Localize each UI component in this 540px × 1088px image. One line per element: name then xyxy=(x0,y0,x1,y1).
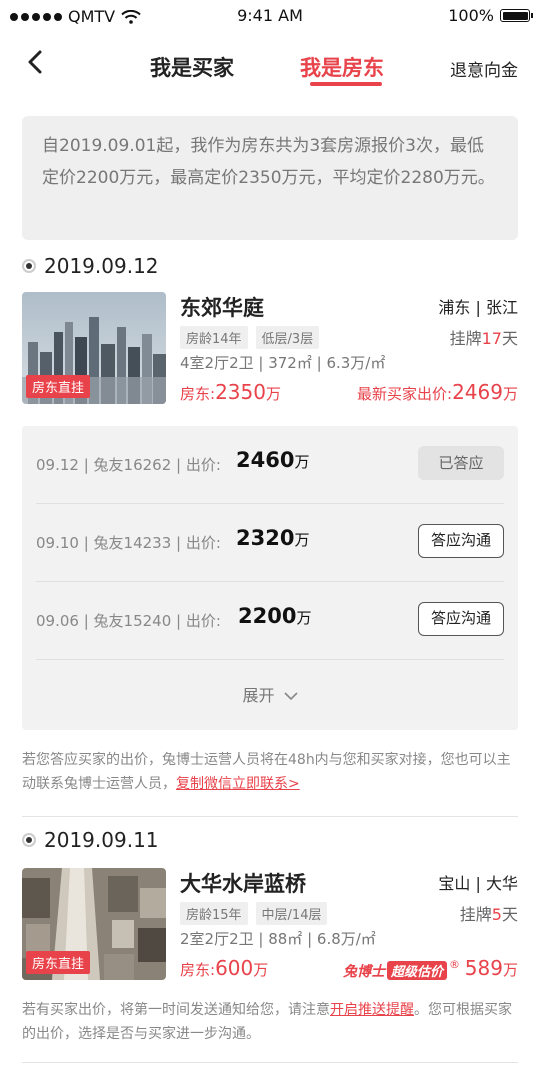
latest-buyer-offer: 最新买家出价:2469万 xyxy=(357,380,518,404)
listing-card[interactable]: 房东直挂 东郊华庭 浦东 | 张江 房龄14年 低层/3层 挂牌17天 4室2厅… xyxy=(22,292,518,406)
offer-meta: 09.12 | 兔友16262 | 出价: xyxy=(36,456,221,474)
accept-chat-button[interactable]: 答应沟通 xyxy=(418,524,504,558)
battery-status: 100% xyxy=(448,6,533,25)
listing-name: 大华水岸蓝桥 xyxy=(180,872,306,896)
offer-row: 09.12 | 兔友16262 | 出价: 2460万 已答应 xyxy=(36,426,504,504)
tag-age: 房龄14年 xyxy=(180,326,248,349)
offer-meta: 09.06 | 兔友15240 | 出价: xyxy=(36,612,221,630)
offer-row: 09.10 | 兔友14233 | 出价: 2320万 答应沟通 xyxy=(36,504,504,582)
contact-notice: 若您答应买家的出价，兔博士运营人员将在48h内与您和买家对接，您也可以主动联系兔… xyxy=(22,748,518,796)
badge-brand: 兔博士 xyxy=(343,963,385,980)
listing-photo: 房东直挂 xyxy=(22,868,166,980)
back-arrow-icon[interactable] xyxy=(22,48,50,76)
offer-meta: 09.10 | 兔友14233 | 出价: xyxy=(36,534,221,552)
offer-amount: 2460万 xyxy=(236,448,310,472)
date-label: 2019.09.12 xyxy=(44,254,159,278)
tab-buyer[interactable]: 我是买家 xyxy=(150,52,234,82)
tag-floor: 中层/14层 xyxy=(255,902,328,925)
listing-card[interactable]: 房东直挂 大华水岸蓝桥 宝山 | 大华 房龄15年 中层/14层 挂牌5天 2室… xyxy=(22,868,518,982)
landlord-price: 房东:2350万 xyxy=(180,380,281,404)
direct-listing-badge: 房东直挂 xyxy=(26,375,91,398)
registered-mark: ® xyxy=(449,958,461,971)
badge-name: 超级估价 xyxy=(387,961,448,980)
listed-days: 挂牌17天 xyxy=(449,329,518,348)
listing-tags: 房龄15年 中层/14层 xyxy=(180,902,328,925)
tab-landlord[interactable]: 我是房东 xyxy=(300,52,384,82)
date-label: 2019.09.11 xyxy=(44,828,159,852)
listed-days-count: 17 xyxy=(481,329,502,348)
expand-button[interactable]: 展开 xyxy=(22,682,518,706)
top-nav: 我是买家 我是房东 退意向金 xyxy=(0,34,540,96)
page-sheet: 自2019.09.01起，我作为房东共为3套房源报价3次，最低定价2200万元，… xyxy=(0,96,540,1088)
direct-listing-badge: 房东直挂 xyxy=(26,951,91,974)
listing-spec: 4室2厅2卫 | 372㎡ | 6.3万/㎡ xyxy=(180,354,386,372)
answered-button: 已答应 xyxy=(418,446,504,480)
listing-district: 宝山 | 大华 xyxy=(438,874,518,893)
offer-amount: 2320万 xyxy=(236,526,310,550)
date-header: 2019.09.11 xyxy=(22,828,159,852)
timeline-dot-icon xyxy=(22,833,36,847)
valuation-value: 589 xyxy=(464,956,503,980)
refund-deposit-link[interactable]: 退意向金 xyxy=(450,56,518,81)
listed-days-count: 5 xyxy=(491,905,502,924)
active-tab-indicator xyxy=(310,82,382,86)
listed-days: 挂牌5天 xyxy=(459,905,518,924)
latest-buyer-offer-value: 2469 xyxy=(452,380,503,404)
offer-row: 09.06 | 兔友15240 | 出价: 2200万 答应沟通 xyxy=(36,582,504,660)
divider xyxy=(22,816,518,817)
push-notice-text: 若有买家出价，将第一时间发送通知给您，请注意 xyxy=(22,1002,330,1018)
landlord-price: 房东:600万 xyxy=(180,956,269,980)
tag-floor: 低层/3层 xyxy=(255,326,320,349)
landlord-price-value: 2350 xyxy=(215,380,266,404)
super-valuation-badge: 兔博士 超级估价 ® xyxy=(343,958,461,981)
accept-chat-button[interactable]: 答应沟通 xyxy=(418,602,504,636)
status-bar: QMTV 9:41 AM 100% xyxy=(0,0,540,34)
listing-district: 浦东 | 张江 xyxy=(438,298,518,317)
pricing-summary: 自2019.09.01起，我作为房东共为3套房源报价3次，最低定价2200万元，… xyxy=(22,116,518,240)
battery-icon xyxy=(500,9,533,22)
listing-spec: 2室2厅2卫 | 88㎡ | 6.8万/㎡ xyxy=(180,930,376,948)
chevron-down-icon xyxy=(283,692,298,701)
listing-tags: 房龄14年 低层/3层 xyxy=(180,326,320,349)
super-valuation: 兔博士 超级估价 ® 589万 xyxy=(343,956,518,981)
push-notice: 若有买家出价，将第一时间发送通知给您，请注意开启推送提醒。您可根据买家的出价，选… xyxy=(22,998,518,1046)
tag-age: 房龄15年 xyxy=(180,902,248,925)
listing-photo: 房东直挂 xyxy=(22,292,166,404)
enable-push-link[interactable]: 开启推送提醒 xyxy=(330,1002,414,1018)
timeline-dot-icon xyxy=(22,259,36,273)
main-content: 自2019.09.01起，我作为房东共为3套房源报价3次，最低定价2200万元，… xyxy=(0,96,540,1088)
expand-label: 展开 xyxy=(242,686,275,705)
listing-name: 东郊华庭 xyxy=(180,296,264,320)
copy-wechat-link[interactable]: 复制微信立即联系> xyxy=(176,776,300,792)
offers-panel: 09.12 | 兔友16262 | 出价: 2460万 已答应 09.10 | … xyxy=(22,426,518,730)
landlord-price-value: 600 xyxy=(215,956,254,980)
offer-amount: 2200万 xyxy=(238,604,312,628)
divider xyxy=(22,1062,518,1063)
date-header: 2019.09.12 xyxy=(22,254,159,278)
battery-percent: 100% xyxy=(448,6,494,25)
